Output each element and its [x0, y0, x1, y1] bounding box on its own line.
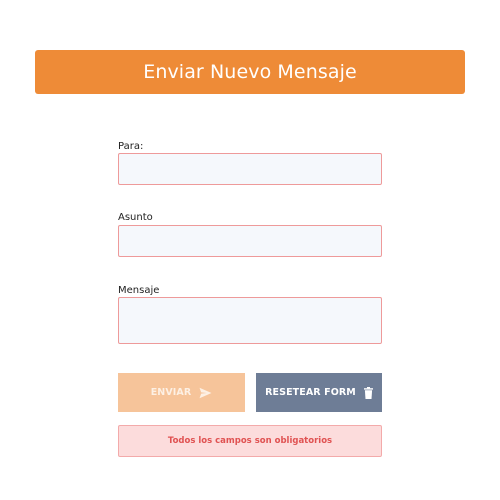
trash-icon — [363, 386, 373, 399]
send-button[interactable]: ENVIAR — [118, 373, 245, 412]
to-input[interactable] — [118, 153, 382, 185]
page-title: Enviar Nuevo Mensaje — [143, 61, 357, 83]
send-button-label: ENVIAR — [150, 387, 192, 398]
subject-label: Asunto — [118, 212, 153, 223]
message-label: Mensaje — [118, 285, 160, 296]
reset-form-button[interactable]: RESETEAR FORM — [256, 373, 382, 412]
message-textarea[interactable] — [118, 297, 382, 344]
to-label: Para: — [118, 141, 144, 152]
form-header: Enviar Nuevo Mensaje — [35, 50, 465, 94]
paper-plane-icon — [199, 387, 212, 399]
subject-input[interactable] — [118, 225, 382, 257]
reset-button-label: RESETEAR FORM — [265, 387, 356, 398]
alert-text: Todos los campos son obligatorios — [167, 436, 333, 446]
validation-alert: Todos los campos son obligatorios — [118, 425, 382, 457]
